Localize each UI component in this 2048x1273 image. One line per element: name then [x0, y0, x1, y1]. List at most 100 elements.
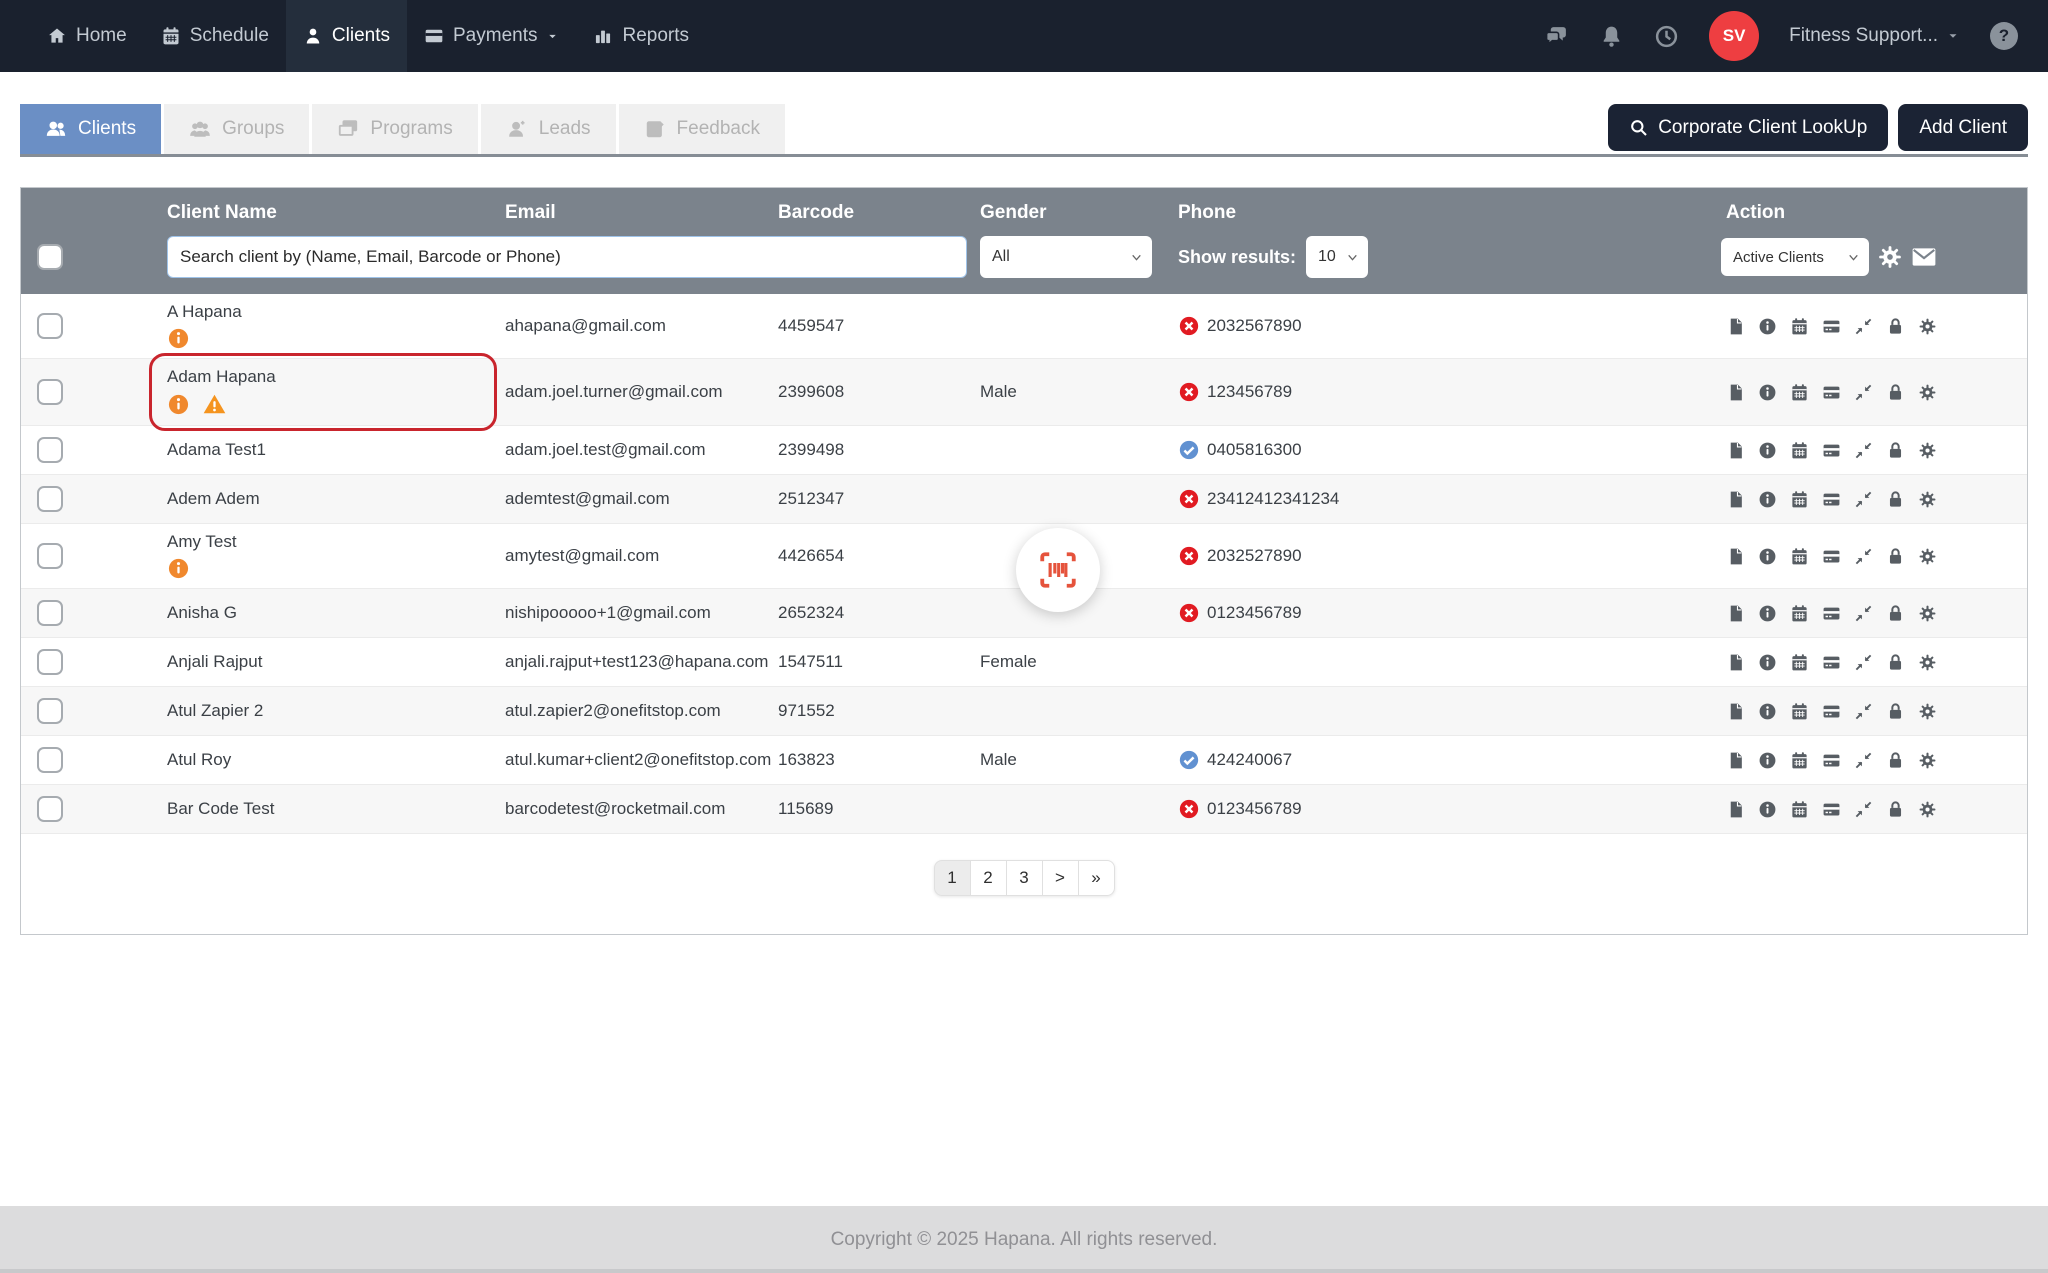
file-icon[interactable]: [1726, 702, 1745, 721]
pagination-button[interactable]: >: [1042, 860, 1079, 896]
compress-icon[interactable]: [1854, 383, 1873, 402]
file-icon[interactable]: [1726, 653, 1745, 672]
compress-icon[interactable]: [1854, 604, 1873, 623]
file-icon[interactable]: [1726, 800, 1745, 819]
calendar-icon[interactable]: [1790, 653, 1809, 672]
calendar-icon[interactable]: [1790, 441, 1809, 460]
client-name[interactable]: Atul Zapier 2: [167, 701, 263, 721]
credit-card-icon[interactable]: [1822, 317, 1841, 336]
credit-card-icon[interactable]: [1822, 441, 1841, 460]
info-circle-icon[interactable]: [1758, 490, 1777, 509]
compress-icon[interactable]: [1854, 751, 1873, 770]
help-icon[interactable]: ?: [1990, 22, 2018, 50]
info-circle-icon[interactable]: [1758, 653, 1777, 672]
gear-icon[interactable]: [1918, 383, 1937, 402]
nav-item-reports[interactable]: Reports: [576, 0, 706, 72]
lock-icon[interactable]: [1886, 547, 1905, 566]
info-circle-icon[interactable]: [1758, 800, 1777, 819]
gender-select[interactable]: All: [980, 236, 1152, 278]
compress-icon[interactable]: [1854, 441, 1873, 460]
gear-icon[interactable]: [1918, 441, 1937, 460]
row-checkbox[interactable]: [37, 747, 63, 773]
select-all-checkbox[interactable]: [37, 244, 63, 270]
compress-icon[interactable]: [1854, 702, 1873, 721]
info-circle-icon[interactable]: [1758, 604, 1777, 623]
lock-icon[interactable]: [1886, 441, 1905, 460]
info-circle-icon[interactable]: [1758, 702, 1777, 721]
gear-icon[interactable]: [1918, 604, 1937, 623]
clock-icon[interactable]: [1654, 24, 1679, 49]
file-icon[interactable]: [1726, 604, 1745, 623]
credit-card-icon[interactable]: [1822, 490, 1841, 509]
envelope-icon[interactable]: [1911, 244, 1937, 270]
row-checkbox[interactable]: [37, 796, 63, 822]
compress-icon[interactable]: [1854, 653, 1873, 672]
credit-card-icon[interactable]: [1822, 653, 1841, 672]
info-circle-icon[interactable]: [1758, 547, 1777, 566]
lock-icon[interactable]: [1886, 653, 1905, 672]
row-checkbox[interactable]: [37, 437, 63, 463]
pagination-button[interactable]: 2: [970, 860, 1007, 896]
lock-icon[interactable]: [1886, 604, 1905, 623]
add-client-button[interactable]: Add Client: [1898, 104, 2028, 151]
row-checkbox[interactable]: [37, 379, 63, 405]
nav-item-payments[interactable]: Payments: [407, 0, 576, 72]
client-name[interactable]: Adem Adem: [167, 489, 260, 509]
tab-feedback[interactable]: Feedback: [619, 104, 785, 154]
nav-item-schedule[interactable]: Schedule: [144, 0, 286, 72]
client-name[interactable]: Anjali Rajput: [167, 652, 262, 672]
lock-icon[interactable]: [1886, 800, 1905, 819]
credit-card-icon[interactable]: [1822, 547, 1841, 566]
corporate-client-lookup-button[interactable]: Corporate Client LookUp: [1608, 104, 1888, 151]
file-icon[interactable]: [1726, 490, 1745, 509]
gear-icon[interactable]: [1877, 244, 1903, 270]
tab-programs[interactable]: Programs: [312, 104, 477, 154]
info-circle-icon[interactable]: [1758, 383, 1777, 402]
lock-icon[interactable]: [1886, 702, 1905, 721]
calendar-icon[interactable]: [1790, 383, 1809, 402]
calendar-icon[interactable]: [1790, 547, 1809, 566]
file-icon[interactable]: [1726, 441, 1745, 460]
credit-card-icon[interactable]: [1822, 751, 1841, 770]
credit-card-icon[interactable]: [1822, 604, 1841, 623]
info-circle-icon[interactable]: [1758, 441, 1777, 460]
gear-icon[interactable]: [1918, 800, 1937, 819]
row-checkbox[interactable]: [37, 313, 63, 339]
pagination-button[interactable]: »: [1078, 860, 1115, 896]
tab-leads[interactable]: Leads: [481, 104, 616, 154]
pagination-button[interactable]: 3: [1006, 860, 1043, 896]
row-checkbox[interactable]: [37, 698, 63, 724]
chat-icon[interactable]: [1544, 24, 1569, 49]
calendar-icon[interactable]: [1790, 317, 1809, 336]
info-icon[interactable]: [167, 557, 190, 580]
compress-icon[interactable]: [1854, 317, 1873, 336]
credit-card-icon[interactable]: [1822, 702, 1841, 721]
compress-icon[interactable]: [1854, 490, 1873, 509]
calendar-icon[interactable]: [1790, 800, 1809, 819]
info-circle-icon[interactable]: [1758, 751, 1777, 770]
file-icon[interactable]: [1726, 547, 1745, 566]
compress-icon[interactable]: [1854, 800, 1873, 819]
lock-icon[interactable]: [1886, 383, 1905, 402]
gear-icon[interactable]: [1918, 702, 1937, 721]
gear-icon[interactable]: [1918, 490, 1937, 509]
client-name[interactable]: Bar Code Test: [167, 799, 274, 819]
account-menu[interactable]: Fitness Support...: [1789, 25, 1960, 47]
compress-icon[interactable]: [1854, 547, 1873, 566]
file-icon[interactable]: [1726, 317, 1745, 336]
warning-icon[interactable]: [202, 392, 227, 417]
gear-icon[interactable]: [1918, 317, 1937, 336]
barcode-scan-fab[interactable]: [1016, 528, 1100, 612]
file-icon[interactable]: [1726, 751, 1745, 770]
row-checkbox[interactable]: [37, 543, 63, 569]
credit-card-icon[interactable]: [1822, 383, 1841, 402]
calendar-icon[interactable]: [1790, 490, 1809, 509]
client-name[interactable]: Amy Test: [167, 532, 237, 552]
info-icon[interactable]: [167, 327, 190, 350]
gear-icon[interactable]: [1918, 547, 1937, 566]
pagination-button[interactable]: 1: [934, 860, 971, 896]
client-name[interactable]: A Hapana: [167, 302, 242, 322]
avatar[interactable]: SV: [1709, 11, 1759, 61]
credit-card-icon[interactable]: [1822, 800, 1841, 819]
nav-item-clients[interactable]: Clients: [286, 0, 407, 72]
